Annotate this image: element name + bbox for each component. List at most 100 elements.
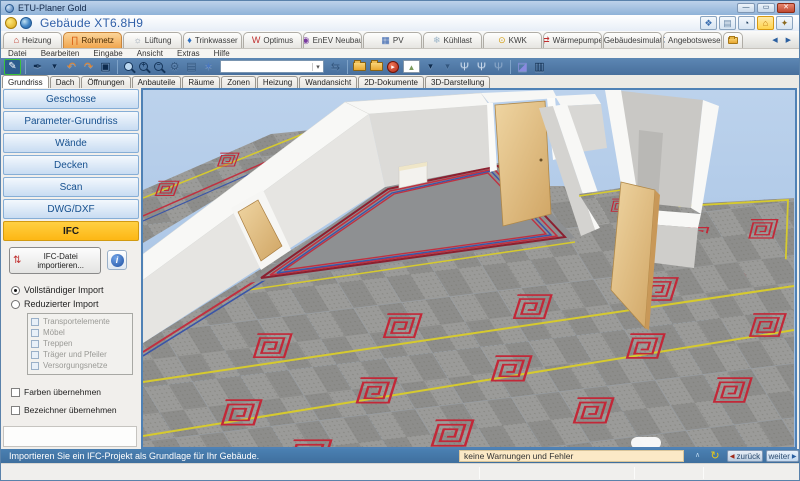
case-icon: ❖ xyxy=(704,18,712,28)
cube-3d-button[interactable]: ◪ xyxy=(515,59,530,74)
tab-3d-darstellung[interactable]: 3D-Darstellung xyxy=(425,76,490,88)
ribbon-tab-waermepumpe[interactable]: ⇄Wärmepumpe xyxy=(543,32,602,48)
layer-dropdown[interactable]: ▾ xyxy=(440,59,455,74)
scene-3d-view[interactable] xyxy=(141,88,797,449)
tab-dach[interactable]: Dach xyxy=(50,76,81,88)
sidebar-item-ifc[interactable]: IFC xyxy=(3,221,139,241)
tab-label: Trinkwasser xyxy=(195,36,238,45)
ribbon-tab-more[interactable] xyxy=(723,32,743,48)
sidebar-item-geschosse[interactable]: Geschosse xyxy=(3,89,139,109)
stamp-dropdown[interactable]: ▾ xyxy=(47,59,62,74)
menu-eingabe[interactable]: Eingabe xyxy=(86,49,129,58)
menu-hilfe[interactable]: Hilfe xyxy=(207,49,237,58)
tab-grundriss[interactable]: Grundriss xyxy=(2,75,49,88)
take-colors-option[interactable]: Farben übernehmen xyxy=(11,387,101,397)
open-folder-button[interactable] xyxy=(353,62,366,71)
sidebar-item-parameter-grundriss[interactable]: Parameter-Grundriss xyxy=(3,111,139,131)
scale-combobox[interactable]: ▾ xyxy=(220,60,324,73)
ribbon-tab-lueftung[interactable]: ☼Lüftung xyxy=(123,32,182,48)
sidebar-item-decken[interactable]: Decken xyxy=(3,155,139,175)
checkbox-icon xyxy=(31,362,39,370)
option-versorgungsnetze[interactable]: Versorgungsnetze xyxy=(31,360,129,371)
ribbon-tab-kuehllast[interactable]: ❄Kühllast xyxy=(423,32,482,48)
next-label: weiter xyxy=(769,452,790,461)
snapshot-button[interactable]: ▣ xyxy=(98,59,113,74)
distribution-tool-2[interactable]: Ψ xyxy=(474,59,489,74)
toolbar: ✎ ✒ ▾ ↶ ↷ ▣ + − ⚙ ▤ ✶ ▾ ⇆ ▸ ▲ ▾ ▾ Ψ Ψ Ψ … xyxy=(1,58,799,75)
notes-button[interactable]: ▤ xyxy=(719,16,736,30)
ribbon-tab-optimus[interactable]: WOptimus xyxy=(243,32,302,48)
next-button[interactable]: weiter ▶ xyxy=(766,450,799,462)
full-import-option[interactable]: Vollständiger Import xyxy=(11,285,104,295)
back-arrow-icon: ◀ xyxy=(730,453,735,460)
tab-label: Heizung xyxy=(22,36,51,45)
main-body: Geschosse Parameter-Grundriss Wände Deck… xyxy=(1,88,799,449)
expand-log-button[interactable]: ∧ xyxy=(691,451,704,461)
distribution-tool-3[interactable]: Ψ xyxy=(491,59,506,74)
zoom-out-button[interactable]: − xyxy=(154,62,163,71)
take-labels-option[interactable]: Bezeichner übernehmen xyxy=(11,405,117,415)
option-traeger-und-pfeiler[interactable]: Träger und Pfeiler xyxy=(31,349,129,360)
close-button[interactable]: ✕ xyxy=(777,3,795,13)
minimize-button[interactable]: — xyxy=(737,3,755,13)
settings-button[interactable]: ⚙ xyxy=(167,59,182,74)
home-icon: ⌂ xyxy=(763,18,768,28)
menu-bearbeiten[interactable]: Bearbeiten xyxy=(34,49,87,58)
sidebar-item-scan[interactable]: Scan xyxy=(3,177,139,197)
open-project-button[interactable] xyxy=(370,62,383,71)
ribbon-scroll-left[interactable]: ◀ xyxy=(772,36,777,44)
tab-2d-dokumente[interactable]: 2D-Dokumente xyxy=(358,76,424,88)
plugin-button[interactable]: ✦ xyxy=(776,16,793,30)
app-icon xyxy=(5,4,14,13)
option-moebel[interactable]: Möbel xyxy=(31,327,129,338)
ribbon-tab-enev[interactable]: ◉EnEV Neubau xyxy=(303,32,362,48)
tab-oeffnungen[interactable]: Öffnungen xyxy=(81,76,130,88)
sidebar-item-waende[interactable]: Wände xyxy=(3,133,139,153)
ribbon-tab-simulator[interactable]: §Gebäudesimulator xyxy=(603,32,662,48)
app-window: ETU-Planer Gold — ▭ ✕ Gebäude XT6.8H9 ❖ … xyxy=(0,0,800,481)
transfer-button[interactable]: ⇆ xyxy=(328,59,343,74)
ifc-info-button[interactable]: i xyxy=(107,250,127,270)
maximize-button[interactable]: ▭ xyxy=(757,3,775,13)
ifc-import-button[interactable]: ⇅ IFC-Datei importieren... xyxy=(9,247,101,274)
tab-zonen[interactable]: Zonen xyxy=(221,76,256,88)
radio-icon xyxy=(11,300,20,309)
menu-extras[interactable]: Extras xyxy=(170,49,207,58)
ribbon-tab-angebotswesen[interactable]: €Angebotswesen xyxy=(663,32,722,48)
ribbon-tab-pv[interactable]: ▦PV xyxy=(363,32,422,48)
home-button[interactable]: ⌂ xyxy=(757,16,774,30)
report-button[interactable]: ▤ xyxy=(184,59,199,74)
stamp-tool-button[interactable]: ✒ xyxy=(30,59,45,74)
back-button[interactable]: ◀ zurück xyxy=(727,450,763,462)
record-button[interactable]: ▸ xyxy=(387,61,399,73)
sidebar-item-dwg-dxf[interactable]: DWG/DXF xyxy=(3,199,139,219)
zoom-in-button[interactable]: + xyxy=(139,62,148,71)
tab-raeume[interactable]: Räume xyxy=(182,76,220,88)
ribbon-tab-heizung[interactable]: ⌂Heizung xyxy=(3,32,62,48)
open-door xyxy=(495,101,551,226)
tab-heizung[interactable]: Heizung xyxy=(257,76,298,88)
effects-button[interactable]: ✶ xyxy=(201,59,216,74)
globe-button[interactable]: ◔ xyxy=(738,16,755,30)
tab-wandansicht[interactable]: Wandansicht xyxy=(299,76,357,88)
zoom-window-button[interactable] xyxy=(124,62,133,71)
ribbon-tab-rohrnetz[interactable]: ∏Rohrnetz xyxy=(63,32,122,48)
ribbon-tab-trinkwasser[interactable]: ♦Trinkwasser xyxy=(183,32,242,48)
option-transportelemente[interactable]: Transportelemente xyxy=(31,316,129,327)
ribbon-tab-kwk[interactable]: ⊙KWK xyxy=(483,32,542,48)
menu-ansicht[interactable]: Ansicht xyxy=(130,49,170,58)
option-treppen[interactable]: Treppen xyxy=(31,338,129,349)
background-image-button[interactable]: ▲ xyxy=(403,60,420,73)
case-button[interactable]: ❖ xyxy=(700,16,717,30)
tab-anbauteile[interactable]: Anbauteile xyxy=(132,76,182,88)
refresh-button[interactable]: ↻ xyxy=(708,449,722,463)
distribution-tool-1[interactable]: Ψ xyxy=(457,59,472,74)
image-dropdown[interactable]: ▾ xyxy=(423,59,438,74)
column-view-button[interactable]: ▥ xyxy=(532,59,547,74)
reduced-import-option[interactable]: Reduzierter Import xyxy=(11,299,99,309)
ribbon-scroll-right[interactable]: ▶ xyxy=(786,36,791,44)
redo-button[interactable]: ↷ xyxy=(81,59,96,74)
undo-button[interactable]: ↶ xyxy=(64,59,79,74)
draw-tool-button[interactable]: ✎ xyxy=(4,59,21,75)
menu-datei[interactable]: Datei xyxy=(1,49,34,58)
